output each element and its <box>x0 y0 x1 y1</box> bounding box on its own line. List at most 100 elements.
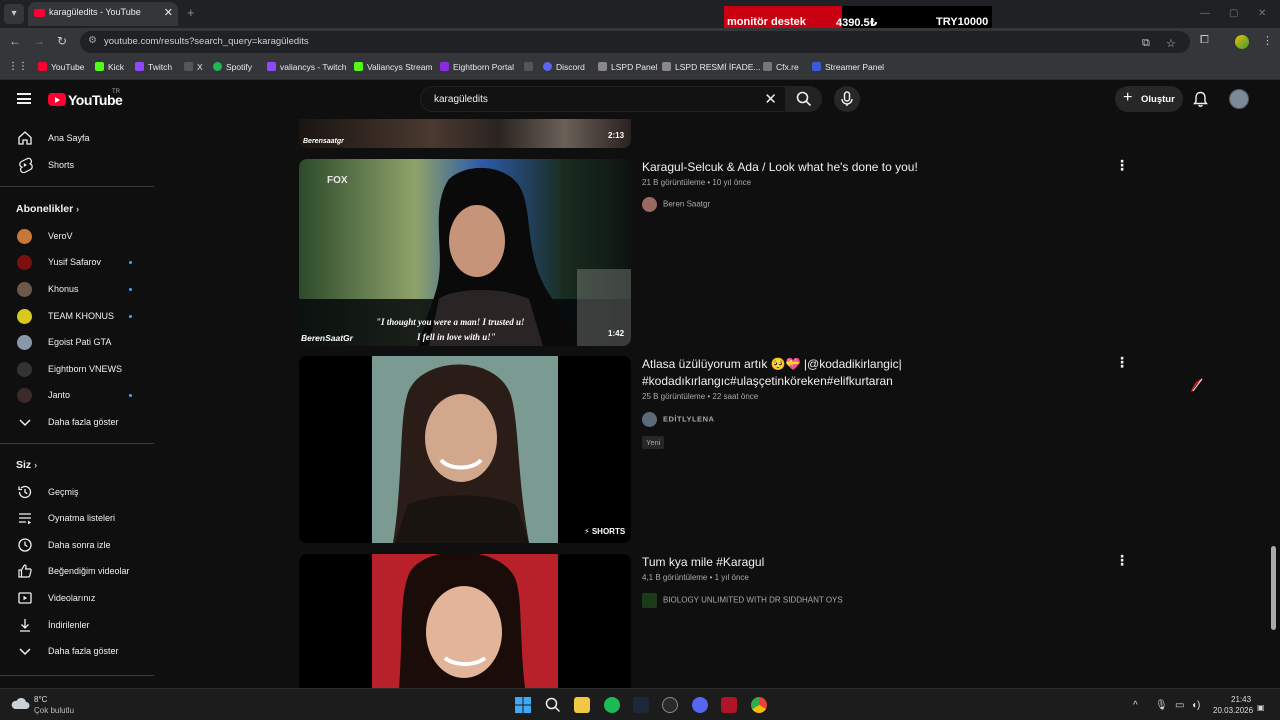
video-menu-icon[interactable]: ⋮ <box>1115 157 1129 174</box>
browser-tab[interactable]: karagüledits - YouTube ✕ <box>28 2 178 26</box>
you-heading[interactable]: Siz › <box>16 459 37 471</box>
chrome-icon[interactable] <box>751 697 767 713</box>
bookmark-lspd-panel[interactable]: LSPD Panel <box>598 62 657 72</box>
page-scrollbar-thumb[interactable] <box>1271 546 1276 630</box>
obs-icon[interactable] <box>662 697 678 713</box>
tab-search-button[interactable]: ▾ <box>4 4 24 24</box>
channel-avatar <box>642 593 657 608</box>
reload-icon[interactable]: ↻ <box>57 34 67 48</box>
create-button[interactable]: + Oluştur <box>1115 86 1183 112</box>
new-badge: Yeni <box>642 436 665 449</box>
clock-time[interactable]: 21:43 <box>1231 695 1251 704</box>
sidebar-item-home[interactable]: Ana Sayfa <box>0 125 154 151</box>
bookmark-discord[interactable]: Discord <box>543 62 585 72</box>
search-input[interactable]: karagüledits ✕ <box>420 86 786 112</box>
browser-profile-avatar[interactable] <box>1235 35 1249 49</box>
notification-icon[interactable]: ▣ <box>1257 703 1265 712</box>
riot-client-icon[interactable] <box>721 697 737 713</box>
bookmark-placeholder-icon[interactable] <box>524 62 537 72</box>
subscription-item[interactable]: VeroV <box>0 223 154 249</box>
subscription-item[interactable]: Egoist Pati GTA <box>0 329 154 355</box>
video-title[interactable]: Tum kya mile #Karagul <box>642 554 1112 571</box>
tray-overflow-icon[interactable]: ^ <box>1133 700 1138 711</box>
search-icon <box>796 91 812 107</box>
channel-link[interactable]: BIOLOGY UNLIMITED WITH DR SIDDHANT OYS <box>642 593 843 609</box>
bookmark-streamer-panel[interactable]: Streamer Panel <box>812 62 884 72</box>
omnibox[interactable]: ⚙ youtube.com/results?search_query=karag… <box>80 31 1190 53</box>
spotify-icon[interactable] <box>604 697 620 713</box>
back-icon[interactable]: ← <box>9 34 21 48</box>
channel-link[interactable]: EDİTLYLENA <box>642 412 714 428</box>
show-more-you[interactable]: Daha fazla göster <box>0 638 154 664</box>
video-menu-icon[interactable]: ⋮ <box>1115 354 1129 371</box>
sidebar-item-watch-later[interactable]: Daha sonra izle <box>0 532 154 558</box>
tray-mic-icon[interactable]: 🎙 <box>1155 700 1168 711</box>
sidebar-item-liked[interactable]: Beğendiğim videolar <box>0 558 154 584</box>
bookmark-cfx[interactable]: Cfx.re <box>763 62 799 72</box>
search-query-text[interactable]: karagüledits <box>434 94 488 105</box>
close-window-icon[interactable]: ✕ <box>1258 8 1266 19</box>
minimize-icon[interactable]: — <box>1200 8 1210 19</box>
volume-icon[interactable]: ◖) <box>1191 700 1200 711</box>
bookmark-valiancys-twitch[interactable]: valiancys - Twitch <box>267 62 346 72</box>
maximize-icon[interactable]: ▢ <box>1229 8 1238 19</box>
thumb-subtitle-line-2: I fell in love with u!" <box>417 332 496 342</box>
video-menu-icon[interactable]: ⋮ <box>1115 552 1129 569</box>
bookmark-twitch[interactable]: Twitch <box>135 62 172 72</box>
voice-search-button[interactable] <box>834 86 860 112</box>
clock-date[interactable]: 20.03.2026 <box>1213 706 1253 715</box>
tab-close-icon[interactable]: ✕ <box>164 6 173 19</box>
bookmark-youtube[interactable]: YouTube <box>38 62 84 72</box>
subscription-item[interactable]: TEAM KHONUS <box>0 303 154 329</box>
subscription-item[interactable]: Eightborn VNEWS <box>0 356 154 382</box>
extensions-icon[interactable]: ⧠ <box>1200 34 1209 47</box>
windows-start-icon[interactable] <box>515 697 531 713</box>
video-thumbnail[interactable]: FOX "I thought you were a man! I trusted… <box>299 159 631 346</box>
video-title[interactable]: Atlasa üzülüyorum artık 🥺💝 |@kodadikirla… <box>642 356 1112 390</box>
channel-avatar <box>642 197 657 212</box>
subscription-item[interactable]: Khonus <box>0 276 154 302</box>
cast-icon[interactable]: ⧉ <box>1142 37 1150 50</box>
youtube-logo-icon[interactable] <box>48 93 66 106</box>
short-thumbnail[interactable]: ⚡ SHORTS <box>299 356 631 543</box>
subscriptions-heading[interactable]: Abonelikler › <box>16 203 79 215</box>
sidebar-item-shorts[interactable]: Shorts <box>0 152 154 178</box>
bookmark-valiancys-stream[interactable]: Valiancys Stream <box>354 62 433 72</box>
steam-icon[interactable] <box>633 697 649 713</box>
menu-hamburger-icon[interactable] <box>17 93 31 104</box>
subscription-item[interactable]: Janto <box>0 382 154 408</box>
bookmark-lspd-resmi[interactable]: LSPD RESMİ İFADE... <box>662 62 761 72</box>
notifications-bell-icon[interactable] <box>1193 91 1208 108</box>
clear-search-icon[interactable]: ✕ <box>764 90 777 108</box>
bookmark-spotify[interactable]: Spotify <box>213 62 252 72</box>
bookmark-kick[interactable]: Kick <box>95 62 124 72</box>
bookmark-eightborn-portal[interactable]: Eightborn Portal <box>440 62 514 72</box>
network-icon[interactable]: ▭ <box>1175 700 1184 711</box>
video-thumbnail[interactable] <box>299 554 631 688</box>
url-text[interactable]: youtube.com/results?search_query=karagül… <box>104 36 309 47</box>
video-thumbnail-partial[interactable]: Berensaatgr 2:13 <box>299 119 631 148</box>
bookmark-star-icon[interactable]: ☆ <box>1166 37 1176 50</box>
taskbar-search-icon[interactable] <box>545 697 561 713</box>
apps-grid-icon[interactable]: ⋮⋮ <box>8 61 28 72</box>
site-info-icon[interactable]: ⚙ <box>88 35 97 46</box>
channel-link[interactable]: Beren Saatgr <box>642 197 710 213</box>
cloud-weather-icon[interactable] <box>10 696 30 712</box>
subscription-item[interactable]: Yusif Safarov <box>0 249 154 275</box>
show-more-subscriptions[interactable]: Daha fazla göster <box>0 409 154 435</box>
weather-temp[interactable]: 8°C <box>34 695 47 704</box>
new-tab-icon[interactable]: + <box>187 5 195 20</box>
sidebar-item-playlists[interactable]: Oynatma listeleri <box>0 505 154 531</box>
weather-text[interactable]: Çok bulutlu <box>34 706 74 715</box>
video-title[interactable]: Karagul-Selcuk & Ada / Look what he's do… <box>642 159 1112 176</box>
search-button[interactable] <box>786 86 822 112</box>
forward-icon[interactable]: → <box>33 34 45 48</box>
file-explorer-icon[interactable] <box>574 697 590 713</box>
sidebar-item-your-videos[interactable]: Videolarınız <box>0 585 154 611</box>
sidebar-item-downloads[interactable]: İndirilenler <box>0 612 154 638</box>
discord-icon[interactable] <box>692 697 708 713</box>
account-avatar[interactable] <box>1229 89 1249 109</box>
browser-menu-icon[interactable]: ⋮ <box>1262 34 1273 47</box>
bookmark-x[interactable]: X <box>184 62 203 72</box>
sidebar-item-history[interactable]: Geçmiş <box>0 479 154 505</box>
